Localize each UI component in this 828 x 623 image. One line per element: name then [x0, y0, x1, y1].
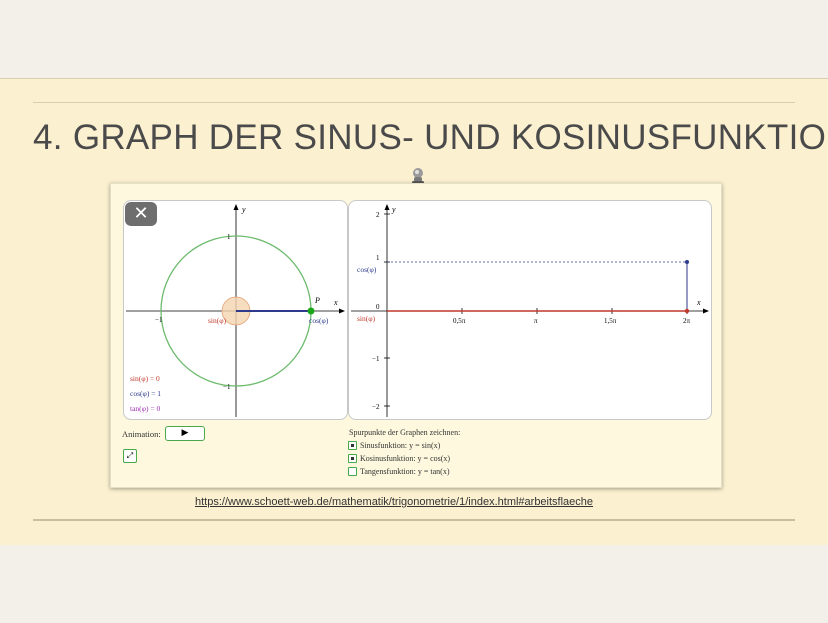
close-button[interactable]: ✕: [125, 202, 157, 226]
title-rule-top: [33, 102, 795, 103]
sin-value: sin(φ) = 0: [130, 374, 160, 383]
tick-x-neg: −1: [155, 316, 163, 324]
y-tick-0: 0: [376, 303, 380, 311]
tick-y-neg: −1: [223, 383, 231, 391]
tan-value: tan(φ) = 0: [130, 404, 160, 413]
y-tick-neg2: −2: [372, 403, 380, 411]
axis-y-label: y: [241, 205, 246, 214]
option-tan-label: Tangensfunktion: y = tan(x): [360, 467, 450, 476]
animation-label: Animation:: [122, 429, 161, 439]
close-icon: ✕: [133, 203, 149, 224]
option-cos[interactable]: Kosinusfunktion: y = cos(x): [348, 454, 450, 463]
checkbox-sin[interactable]: [348, 441, 357, 450]
background-top: [0, 0, 828, 78]
option-sin[interactable]: Sinusfunktion: y = sin(x): [348, 441, 440, 450]
axis-x-label: x: [696, 298, 701, 307]
point-p-label: P: [314, 296, 320, 305]
trace-title: Spurpunkte der Graphen zeichnen:: [349, 428, 461, 437]
cos-point: [685, 260, 689, 264]
sin-point: [684, 308, 690, 314]
y-tick-2: 2: [376, 211, 380, 219]
checkbox-cos[interactable]: [348, 454, 357, 463]
y-tick-1: 1: [376, 254, 380, 262]
play-icon: ▶: [181, 428, 189, 438]
option-sin-label: Sinusfunktion: y = sin(x): [360, 441, 441, 450]
unit-circle-canvas[interactable]: x y −1 1 −1 P sin(φ) cos(φ) sin(φ) = 0 c…: [124, 201, 347, 419]
graph-canvas[interactable]: x y 2 1 0 −1 −2 0,5π π 1,5π 2π cos(φ) si…: [349, 201, 711, 419]
play-button[interactable]: ▶: [165, 426, 205, 441]
cos-axis-label: cos(φ): [357, 265, 377, 274]
expand-icon: ⤢: [126, 451, 134, 460]
sin-axis-label: sin(φ): [357, 314, 376, 323]
sin-label: sin(φ): [208, 316, 227, 325]
y-axis-arrow: [384, 204, 390, 210]
y-tick-neg1: −1: [372, 355, 380, 363]
expand-button[interactable]: ⤢: [123, 449, 137, 463]
cos-value: cos(φ) = 1: [130, 389, 161, 398]
x-tick-05pi: 0,5π: [453, 317, 466, 325]
cos-label: cos(φ): [309, 316, 329, 325]
x-axis-arrow: [703, 308, 709, 314]
geometry-applet: x y −1 1 −1 P sin(φ) cos(φ) sin(φ) = 0 c…: [110, 183, 722, 488]
x-tick-pi: π: [534, 317, 538, 325]
unit-circle-panel[interactable]: x y −1 1 −1 P sin(φ) cos(φ) sin(φ) = 0 c…: [123, 200, 348, 420]
point-p[interactable]: [307, 307, 315, 315]
x-tick-15pi: 1,5π: [604, 317, 617, 325]
checkbox-tan[interactable]: [348, 467, 357, 476]
background-bottom: [0, 545, 828, 623]
axis-x-label: x: [333, 298, 338, 307]
slide-title: 4. GRAPH DER SINUS- UND KOSINUSFUNKTION: [33, 118, 828, 157]
title-rule-bottom: [33, 519, 795, 521]
y-axis-arrow: [233, 204, 239, 210]
source-link[interactable]: https://www.schoett-web.de/mathematik/tr…: [195, 496, 593, 508]
axis-y-label: y: [391, 205, 396, 214]
x-tick-2pi: 2π: [683, 317, 691, 325]
graph-panel[interactable]: x y 2 1 0 −1 −2 0,5π π 1,5π 2π cos(φ) si…: [348, 200, 712, 420]
option-tan[interactable]: Tangensfunktion: y = tan(x): [348, 467, 450, 476]
option-cos-label: Kosinusfunktion: y = cos(x): [360, 454, 451, 463]
x-axis-arrow: [339, 308, 345, 314]
tick-y-pos: 1: [227, 233, 231, 241]
